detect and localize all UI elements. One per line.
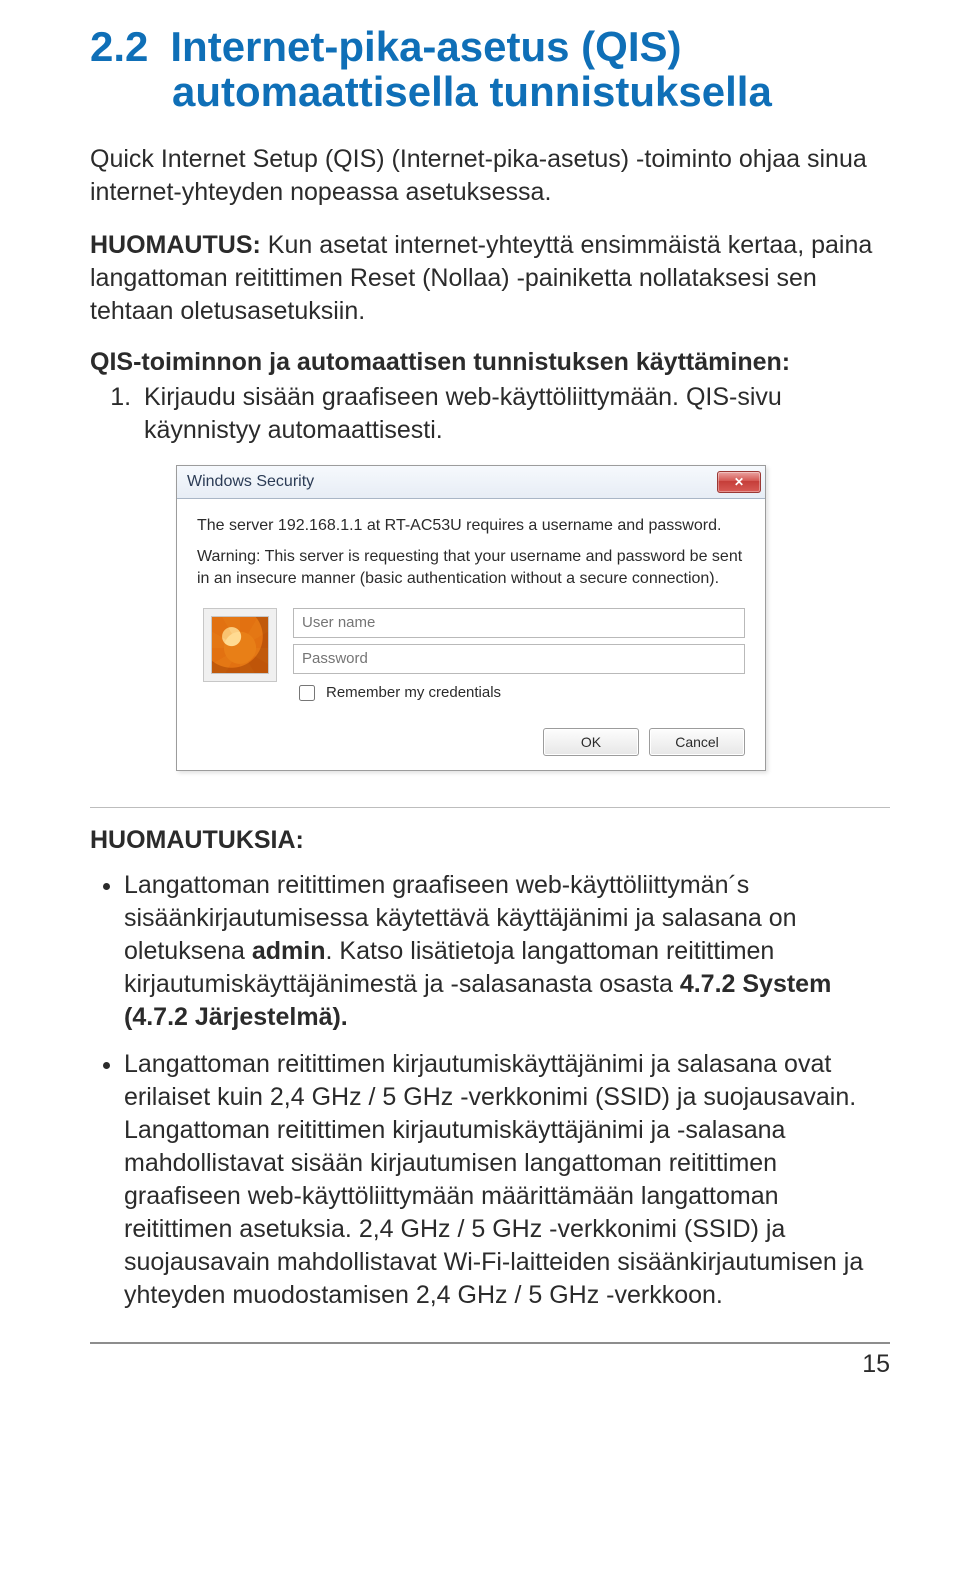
manual-page: 2.2 Internet-pika-asetus (QIS) automaatti…	[0, 0, 960, 1586]
separator-top	[90, 807, 890, 808]
ok-button[interactable]: OK	[543, 728, 639, 756]
steps-list: Kirjaudu sisään graafiseen web-käyttölii…	[90, 381, 890, 447]
username-input[interactable]	[293, 608, 745, 638]
note-paragraph: HUOMAUTUS: Kun asetat internet-yhteyttä …	[90, 229, 890, 328]
windows-security-dialog: Windows Security ✕ The server 192.168.1.…	[176, 465, 766, 771]
note-item-2: Langattoman reitittimen kirjautumiskäytt…	[124, 1048, 890, 1312]
step-1: Kirjaudu sisään graafiseen web-käyttölii…	[138, 381, 890, 447]
remember-credentials-text: Remember my credentials	[326, 684, 501, 701]
remember-credentials-label: Remember my credentials	[293, 682, 745, 704]
password-input[interactable]	[293, 644, 745, 674]
dialog-message-2: Warning: This server is requesting that …	[197, 546, 745, 589]
cancel-button[interactable]: Cancel	[649, 728, 745, 756]
close-button[interactable]: ✕	[717, 471, 761, 493]
intro-paragraph: Quick Internet Setup (QIS) (Internet-pik…	[90, 143, 890, 209]
notes-heading-colon: :	[296, 826, 304, 854]
avatar	[203, 608, 277, 682]
avatar-icon	[211, 616, 269, 674]
steps-heading: QIS-toiminnon ja automaattisen tunnistuk…	[90, 348, 890, 377]
dialog-title: Windows Security	[187, 473, 314, 491]
section-heading: 2.2 Internet-pika-asetus (QIS) automaatti…	[90, 24, 890, 115]
dialog-message-1: The server 192.168.1.1 at RT-AC53U requi…	[197, 515, 745, 537]
close-icon: ✕	[734, 475, 744, 489]
notes-list: Langattoman reitittimen graafiseen web-k…	[90, 869, 890, 1312]
note-item-1: Langattoman reitittimen graafiseen web-k…	[124, 869, 890, 1034]
separator-bottom	[90, 1342, 890, 1344]
note-label: HUOMAUTUS:	[90, 231, 261, 259]
section-title-line2: automaattisella tunnistuksella	[172, 69, 890, 114]
remember-credentials-checkbox[interactable]	[299, 685, 315, 701]
dialog-titlebar: Windows Security ✕	[177, 466, 765, 499]
notes-heading: HUOMAUTUKSIA:	[90, 826, 890, 855]
page-number: 15	[90, 1350, 890, 1379]
section-title-line1: Internet-pika-asetus (QIS)	[170, 23, 681, 70]
section-number: 2.2	[90, 23, 148, 70]
notes-heading-text: HUOMAUTUKSIA	[90, 826, 296, 854]
note1-admin: admin	[252, 937, 326, 965]
